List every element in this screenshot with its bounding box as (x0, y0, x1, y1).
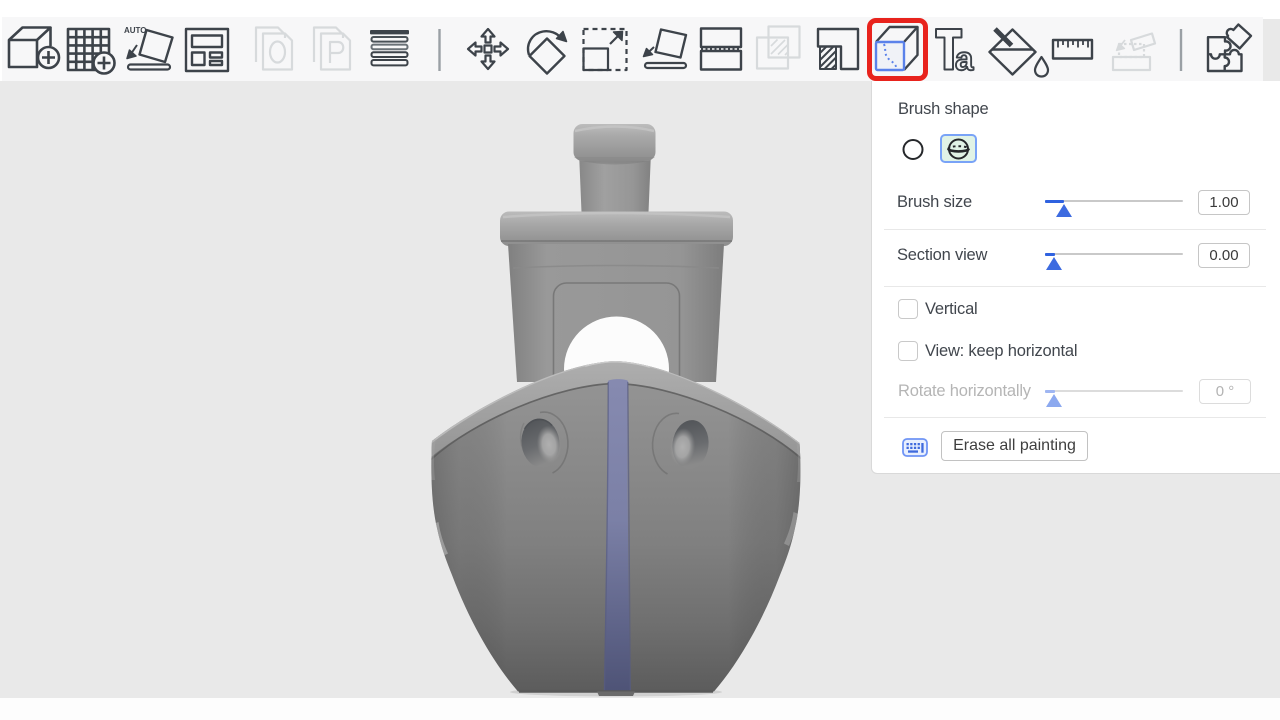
svg-text:a: a (955, 40, 974, 77)
svg-text:AUTO: AUTO (124, 26, 147, 35)
